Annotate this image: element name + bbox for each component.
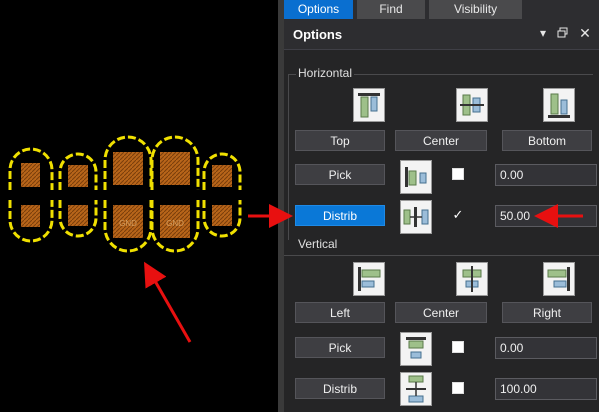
- pad-row-top: [8, 135, 242, 190]
- vertical-pick-button[interactable]: Pick: [295, 337, 385, 358]
- align-top-button[interactable]: Top: [295, 130, 385, 151]
- options-panel: Options Find Visibility Options ▾ ✕ Hori…: [284, 0, 599, 412]
- align-vcenter-button[interactable]: Center: [395, 302, 487, 323]
- align-bottom-button[interactable]: Bottom: [502, 130, 592, 151]
- close-icon[interactable]: ✕: [578, 26, 592, 40]
- align-top-icon[interactable]: [353, 88, 385, 122]
- vertical-distrib-button[interactable]: Distrib: [295, 378, 385, 399]
- dropdown-icon[interactable]: ▾: [536, 26, 550, 40]
- horizontal-pick-checkbox[interactable]: [452, 168, 464, 180]
- tab-find[interactable]: Find: [357, 0, 425, 19]
- panel-header: Options ▾ ✕: [284, 20, 599, 50]
- horizontal-pick-button[interactable]: Pick: [295, 164, 385, 185]
- align-right-button[interactable]: Right: [502, 302, 592, 323]
- panel-title: Options: [293, 27, 343, 42]
- vertical-distrib-checkbox[interactable]: [452, 382, 464, 394]
- pad-row-bottom: GND GND: [8, 200, 242, 253]
- pcb-drawing: GND GND: [8, 135, 242, 253]
- align-center-button[interactable]: Center: [395, 130, 487, 151]
- restore-icon[interactable]: [556, 26, 570, 40]
- tab-bar: Options Find Visibility: [284, 0, 599, 20]
- pcb-canvas[interactable]: GND GND: [0, 0, 278, 412]
- vertical-group-label: Vertical: [296, 237, 340, 251]
- pad-label: GND: [166, 219, 184, 228]
- tab-options[interactable]: Options: [284, 0, 353, 19]
- align-left-icon[interactable]: [353, 262, 385, 296]
- group-border: [284, 255, 599, 256]
- distribute-horizontal-icon[interactable]: [400, 200, 432, 234]
- vertical-pick-checkbox[interactable]: [452, 341, 464, 353]
- align-center-vertical-icon[interactable]: [456, 88, 488, 122]
- horizontal-distrib-button[interactable]: Distrib: [295, 205, 385, 226]
- align-bottom-icon[interactable]: [543, 88, 575, 122]
- align-right-icon[interactable]: [543, 262, 575, 296]
- tab-visibility[interactable]: Visibility: [429, 0, 522, 19]
- horizontal-distrib-checkbox[interactable]: ✓: [452, 208, 464, 221]
- horizontal-pick-value[interactable]: 0.00: [495, 164, 597, 186]
- horizontal-group-label: Horizontal: [296, 66, 355, 80]
- pick-spacing-vertical-icon[interactable]: [400, 332, 432, 366]
- distribute-vertical-icon[interactable]: [400, 372, 432, 406]
- pad-label: GND: [119, 219, 137, 228]
- horizontal-distrib-value[interactable]: 50.00: [495, 205, 597, 227]
- group-border: [288, 74, 289, 240]
- vertical-pick-value[interactable]: 0.00: [495, 337, 597, 359]
- align-center-horizontal-icon[interactable]: [456, 262, 488, 296]
- vertical-distrib-value[interactable]: 100.00: [495, 378, 597, 400]
- align-left-button[interactable]: Left: [295, 302, 385, 323]
- pick-spacing-icon[interactable]: [400, 160, 432, 194]
